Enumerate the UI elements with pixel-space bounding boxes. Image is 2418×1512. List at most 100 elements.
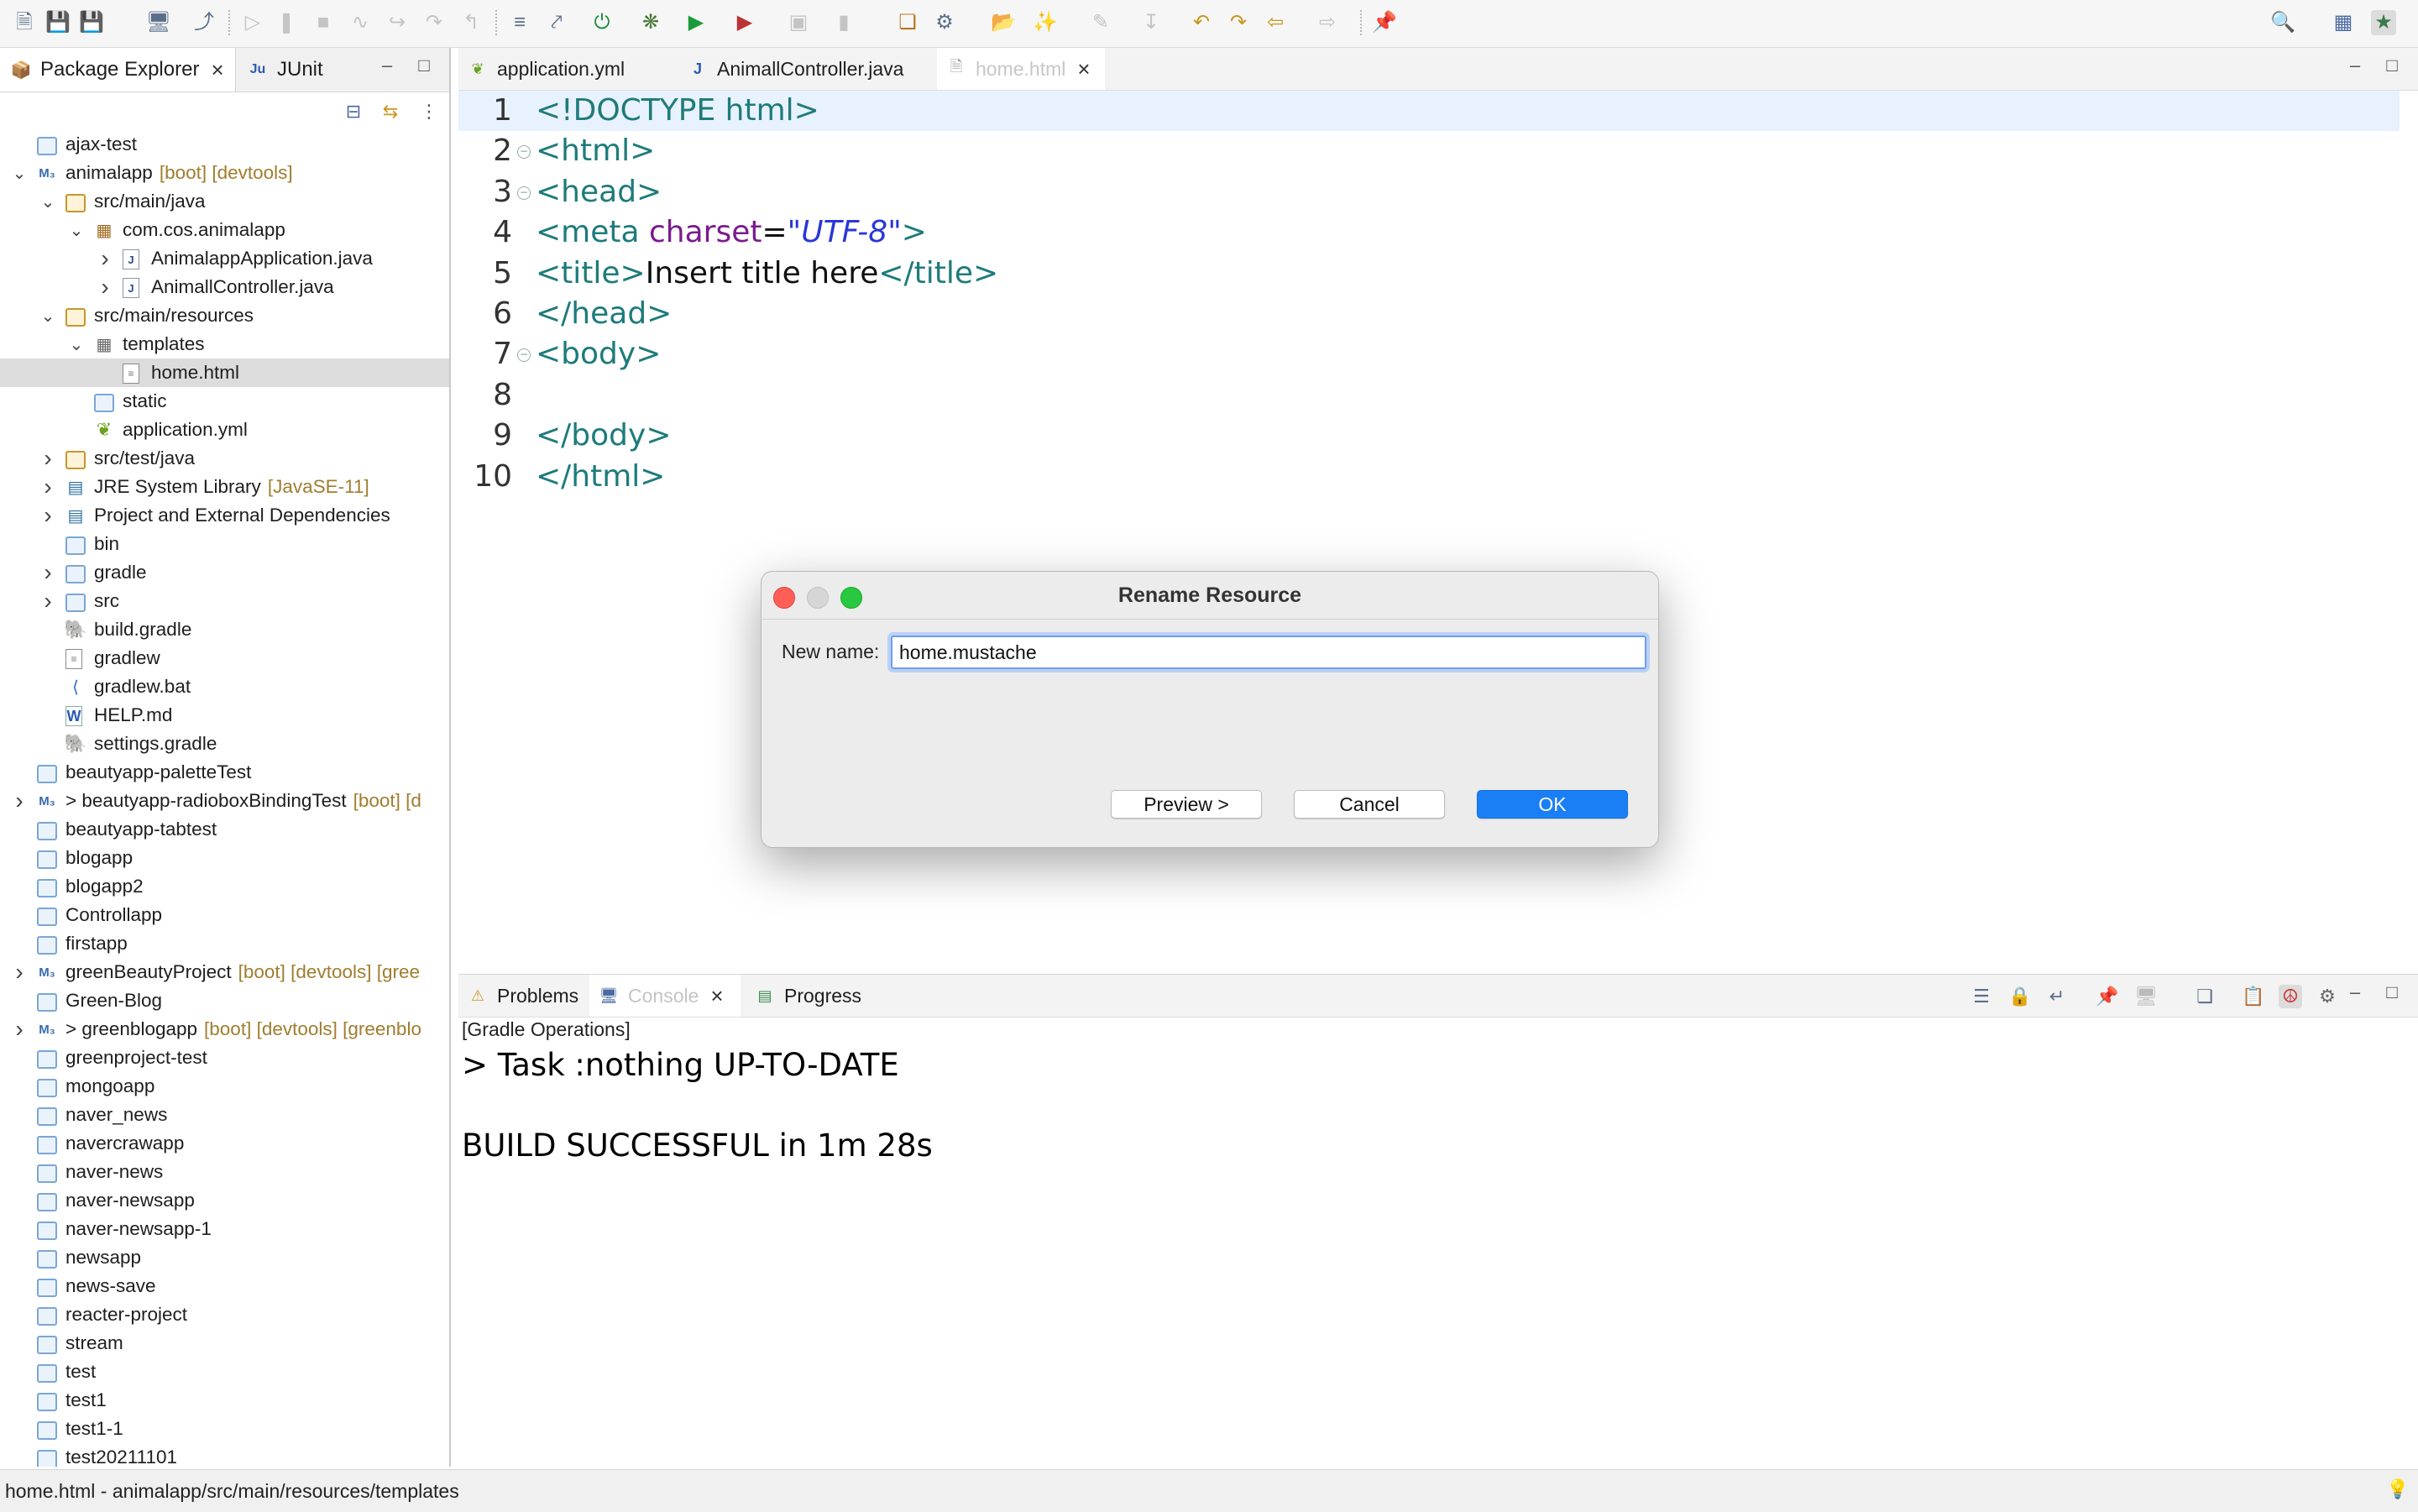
step-over-icon[interactable]: ↷ <box>421 10 447 35</box>
chevron-right-icon[interactable]: › <box>39 587 57 615</box>
chevron-right-icon[interactable]: › <box>10 787 29 815</box>
debug-icon[interactable]: ❋ <box>638 10 663 35</box>
minimize-icon[interactable]: – <box>378 56 396 75</box>
chevron-right-icon[interactable]: › <box>10 958 29 986</box>
tree-item[interactable]: ≡ home.html <box>0 358 449 387</box>
word-wrap-icon[interactable]: ↵ <box>2045 985 2069 1008</box>
tree-item[interactable]: › M₃ greenBeautyProject [boot] [devtools] [… <box>0 958 449 986</box>
tab-application-yml[interactable]: ❦ application.yml <box>458 48 675 90</box>
display-console-icon[interactable]: 🖥 <box>2134 985 2158 1008</box>
tree-item[interactable]: naver_news <box>0 1101 449 1129</box>
search-marker-icon[interactable]: ⤴ <box>191 10 217 35</box>
code-line[interactable]: 7− <body> <box>458 334 2400 374</box>
tree-item[interactable]: ⌄ M₃ animalapp [boot] [devtools] <box>0 159 449 187</box>
code-line[interactable]: 2− <html> <box>458 131 2400 171</box>
chevron-down-icon[interactable]: ⌄ <box>67 216 86 244</box>
tree-item[interactable]: static <box>0 387 449 416</box>
tree-item[interactable]: › gradle <box>0 558 449 587</box>
tree-item[interactable]: › src/test/java <box>0 444 449 473</box>
tree-item[interactable]: test1-1 <box>0 1415 449 1443</box>
code-line[interactable]: 3− <head> <box>458 172 2400 212</box>
chevron-right-icon[interactable]: › <box>39 473 57 501</box>
java-perspective-icon[interactable]: ★ <box>2371 10 2396 35</box>
preview-button[interactable]: Preview > <box>1111 790 1262 819</box>
step-into-icon[interactable]: ↪ <box>385 10 410 35</box>
code-line[interactable]: 9 </body> <box>458 416 2400 456</box>
spring-boot-icon[interactable]: ⏻ <box>589 10 615 35</box>
chevron-down-icon[interactable]: ⌄ <box>39 301 57 330</box>
tree-item[interactable]: ⌄ ▦ com.cos.animalapp <box>0 216 449 244</box>
code-line[interactable]: 8 <box>458 375 2400 416</box>
tree-item[interactable]: beautyapp-paletteTest <box>0 758 449 787</box>
chevron-down-icon[interactable]: ⌄ <box>10 159 29 187</box>
open-type-icon[interactable]: 📂 <box>991 10 1016 35</box>
new-wizard-icon[interactable]: 🗎 <box>12 10 37 35</box>
tree-item[interactable]: › ▤ JRE System Library [JavaSE-11] <box>0 473 449 501</box>
tree-item[interactable]: navercrawapp <box>0 1129 449 1158</box>
lightbulb-icon[interactable]: 💡 <box>2386 1480 2409 1499</box>
forward-icon[interactable]: ⇨ <box>1315 10 1340 35</box>
tree-item[interactable]: bin <box>0 530 449 558</box>
link-editor-icon[interactable]: ⇆ <box>381 102 400 121</box>
chevron-right-icon[interactable]: › <box>96 273 114 301</box>
terminal-icon[interactable]: 🖥 <box>146 10 171 35</box>
chevron-right-icon[interactable]: › <box>10 1015 29 1044</box>
view-menu-icon[interactable]: ⋮ <box>420 102 438 121</box>
toggle-mark-icon[interactable]: ≡ <box>507 10 532 35</box>
open-console-icon[interactable]: ❏ <box>2193 985 2216 1008</box>
open-perspective-icon[interactable]: ▦ <box>2331 10 2356 35</box>
tree-item[interactable]: › J AnimallController.java <box>0 273 449 301</box>
tree-item[interactable]: test <box>0 1358 449 1386</box>
back-icon[interactable]: ⇦ <box>1263 10 1288 35</box>
tab-home-html[interactable]: 🗎 home.html × <box>937 48 1105 90</box>
new-name-input[interactable] <box>891 636 1646 669</box>
ok-button[interactable]: OK <box>1477 790 1628 819</box>
fold-icon[interactable]: − <box>517 348 531 363</box>
fold-icon[interactable]: − <box>517 145 531 160</box>
code-line[interactable]: 5 <title>Insert title here</title> <box>458 254 2400 294</box>
remove-launch-icon[interactable]: ☰ <box>1970 985 1993 1008</box>
tree-item[interactable]: reacter-project <box>0 1300 449 1329</box>
chevron-down-icon[interactable]: ⌄ <box>67 330 86 358</box>
step-return-icon[interactable]: ↰ <box>458 10 484 35</box>
show-console-icon[interactable]: ☮ <box>2279 985 2302 1008</box>
tree-item[interactable]: ⟨ gradlew.bat <box>0 672 449 701</box>
tree-item[interactable]: newsapp <box>0 1243 449 1272</box>
next-annotation-icon[interactable]: ↧ <box>1138 10 1164 35</box>
tab-console[interactable]: 🖥 Console × <box>589 975 741 1017</box>
chevron-down-icon[interactable]: ⌄ <box>39 187 57 216</box>
external-tools-icon[interactable]: ▣ <box>786 10 811 35</box>
chevron-right-icon[interactable]: › <box>96 244 114 273</box>
tree-item[interactable]: news-save <box>0 1272 449 1300</box>
close-icon[interactable]: × <box>710 983 723 1009</box>
pin-console-icon[interactable]: 📌 <box>2096 985 2119 1008</box>
tree-item[interactable]: ≡ gradlew <box>0 644 449 672</box>
tab-package-explorer[interactable]: 📦 Package Explorer × <box>0 48 236 92</box>
tree-item[interactable]: ❦ application.yml <box>0 416 449 444</box>
tree-item[interactable]: blogapp <box>0 844 449 872</box>
tree-item[interactable]: Green-Blog <box>0 986 449 1015</box>
tree-item[interactable]: › M₃ > beautyapp-radioboxBindingTest [boot]… <box>0 787 449 815</box>
tree-item[interactable]: 🐘 build.gradle <box>0 615 449 644</box>
run-icon[interactable]: ▶ <box>683 10 709 35</box>
new-project-icon[interactable]: ❏ <box>895 10 920 35</box>
tree-item[interactable]: › M₃ > greenblogapp [boot] [devtools] [gree… <box>0 1015 449 1044</box>
tree-item[interactable]: greenproject-test <box>0 1044 449 1072</box>
tree-item[interactable]: ⌄ ▦ templates <box>0 330 449 358</box>
resume-icon[interactable]: ▷ <box>240 10 265 35</box>
chevron-right-icon[interactable]: › <box>39 558 57 587</box>
fold-icon[interactable]: − <box>517 186 531 200</box>
pin-editor-icon[interactable]: 📌 <box>1372 10 1397 35</box>
save-all-icon[interactable]: 💾 <box>79 10 104 35</box>
minimize-icon[interactable]: – <box>2346 983 2364 1002</box>
settings-icon[interactable]: ⚙ <box>2316 985 2339 1008</box>
tree-item[interactable]: ⌄ src/main/java <box>0 187 449 216</box>
terminate-icon[interactable]: ■ <box>311 10 336 35</box>
tree-item[interactable]: test20211101 <box>0 1443 449 1467</box>
maximize-icon[interactable]: □ <box>2383 983 2401 1002</box>
new-class-icon[interactable]: ⚙ <box>932 10 957 35</box>
skip-breakpoints-icon[interactable]: ⤤ <box>544 10 569 35</box>
run-coverage-icon[interactable]: ▶ <box>732 10 757 35</box>
minimize-icon[interactable]: – <box>2346 56 2364 75</box>
tree-item[interactable]: mongoapp <box>0 1072 449 1101</box>
